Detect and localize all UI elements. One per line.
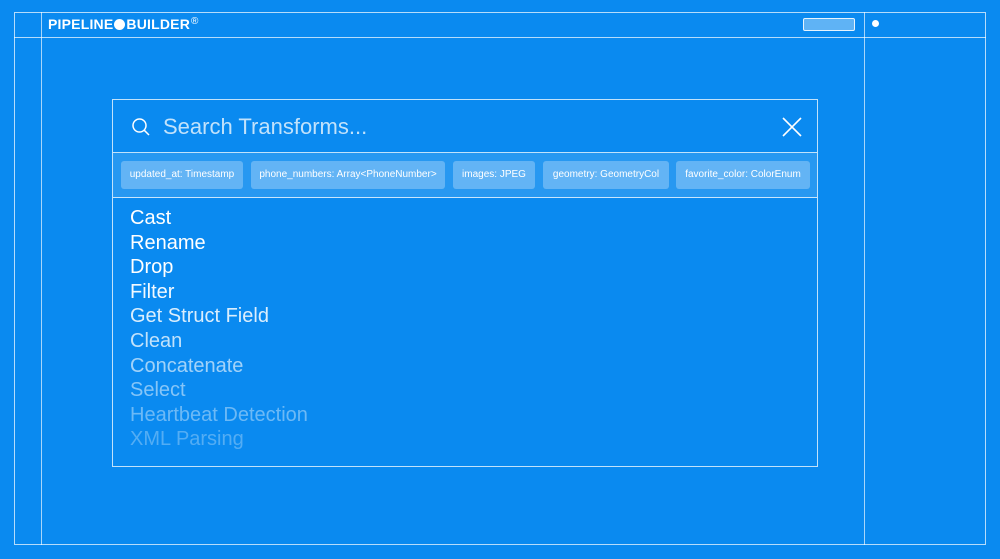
brand-text-pipeline: PIPELINE <box>48 16 114 32</box>
search-input[interactable] <box>163 110 763 144</box>
transform-results-list: Cast Rename Drop Filter Get Struct Field… <box>130 206 730 452</box>
search-bar <box>113 100 817 153</box>
close-icon[interactable] <box>781 116 803 138</box>
transform-option[interactable]: Select <box>130 378 730 403</box>
transform-option[interactable]: Rename <box>130 231 730 256</box>
transform-search-panel: updated_at: Timestamp phone_numbers: Arr… <box>112 99 818 467</box>
search-icon <box>132 118 150 136</box>
transform-option[interactable]: Clean <box>130 329 730 354</box>
transform-option[interactable]: Filter <box>130 280 730 305</box>
column-chip[interactable]: phone_numbers: Array<PhoneNumber> <box>251 161 445 189</box>
transform-option[interactable]: Heartbeat Detection <box>130 403 730 428</box>
transform-option[interactable]: Concatenate <box>130 354 730 379</box>
column-chip[interactable]: geometry: GeometryCol <box>543 161 669 189</box>
transform-option[interactable]: XML Parsing <box>130 427 730 452</box>
registered-mark: ® <box>191 15 199 27</box>
column-chip[interactable]: images: JPEG <box>453 161 535 189</box>
column-chip-row: updated_at: Timestamp phone_numbers: Arr… <box>113 153 817 198</box>
topbar-toggle[interactable] <box>803 18 855 31</box>
transform-option[interactable]: Drop <box>130 255 730 280</box>
transform-option[interactable]: Get Struct Field <box>130 304 730 329</box>
brand-text-builder: BUILDER <box>126 16 191 32</box>
column-chip[interactable]: favorite_color: ColorEnum <box>676 161 810 189</box>
transform-option[interactable]: Cast <box>130 206 730 231</box>
brand-dot-icon <box>114 18 126 30</box>
left-gutter-divider <box>41 12 42 545</box>
brand-logo: PIPELINE BUILDER ® <box>48 15 199 33</box>
status-dot-icon <box>872 20 879 27</box>
column-chip[interactable]: updated_at: Timestamp <box>121 161 243 189</box>
right-gutter-divider <box>864 12 865 545</box>
